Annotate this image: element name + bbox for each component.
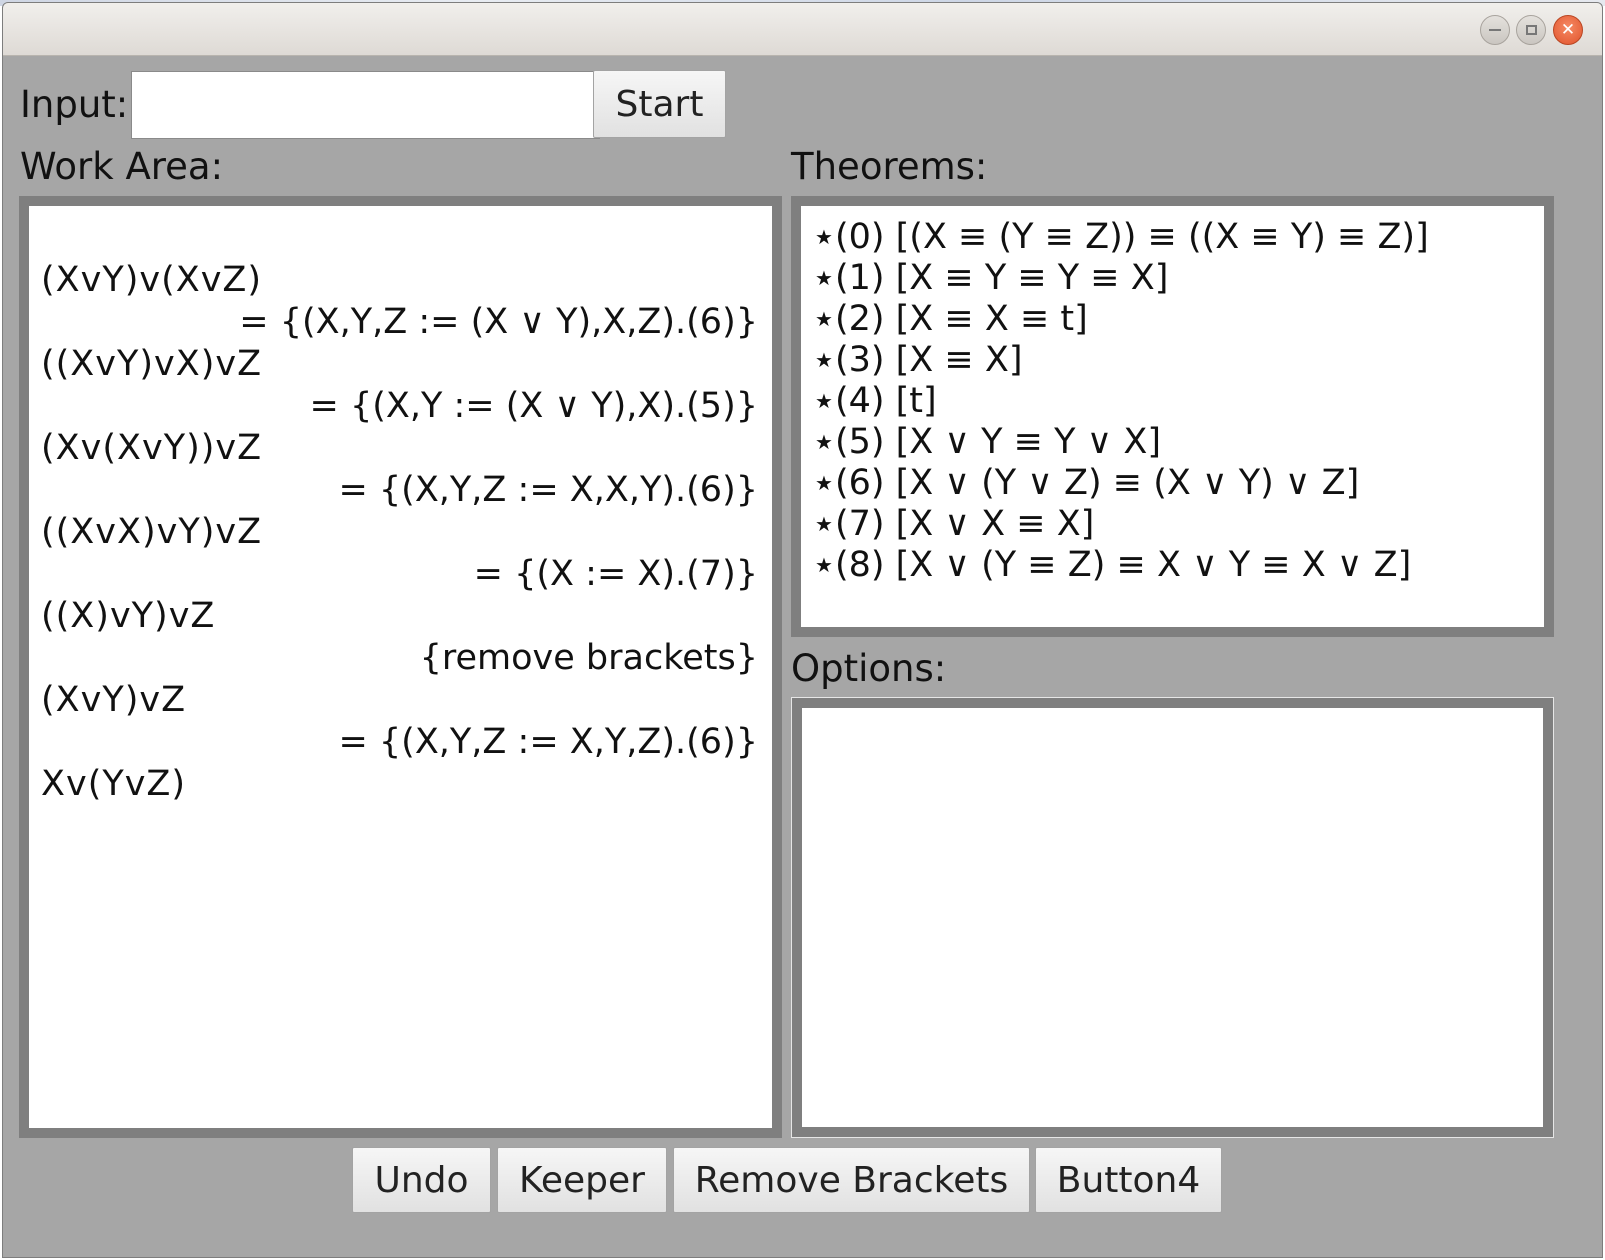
theorem-item[interactable]: ★ (5) [X ∨ Y ≡ Y ∨ X]: [815, 425, 1161, 460]
maximize-button[interactable]: [1516, 15, 1546, 45]
theorem-item[interactable]: ★ (4) [t]: [815, 384, 937, 419]
theorem-text: (5) [X ∨ Y ≡ Y ∨ X]: [834, 422, 1161, 462]
work-area-panel: (XvY)v(XvZ) = {(X,Y,Z := (X ∨ Y),X,Z).(6)…: [19, 196, 782, 1138]
theorem-text: (7) [X ∨ X ≡ X]: [834, 504, 1095, 544]
theorem-text: (1) [X ≡ Y ≡ Y ≡ X]: [834, 258, 1169, 298]
star-icon: ★: [815, 430, 833, 454]
star-icon: ★: [815, 389, 833, 413]
theorem-item[interactable]: ★ (2) [X ≡ X ≡ t]: [815, 302, 1088, 337]
theorem-item[interactable]: ★ (0) [(X ≡ (Y ≡ Z)) ≡ ((X ≡ Y) ≡ Z)]: [815, 220, 1429, 255]
maximize-icon: [1525, 25, 1537, 35]
undo-button[interactable]: Undo: [352, 1147, 491, 1213]
theorem-text: (2) [X ≡ X ≡ t]: [834, 299, 1088, 339]
work-justification-line: = {(X := X).(7)}: [473, 554, 758, 594]
theorem-item[interactable]: ★ (6) [X ∨ (Y ∨ Z) ≡ (X ∨ Y) ∨ Z]: [815, 466, 1359, 501]
work-area[interactable]: (XvY)v(XvZ) = {(X,Y,Z := (X ∨ Y),X,Z).(6)…: [29, 206, 772, 1128]
options-list[interactable]: [802, 708, 1543, 1127]
star-icon: ★: [815, 266, 833, 290]
theorem-text: (6) [X ∨ (Y ∨ Z) ≡ (X ∨ Y) ∨ Z]: [834, 463, 1360, 503]
theorem-text: (4) [t]: [834, 381, 937, 421]
work-expression-line[interactable]: Xv(YvZ): [41, 767, 186, 802]
star-icon: ★: [815, 471, 833, 495]
star-icon: ★: [815, 553, 833, 577]
input-field[interactable]: [131, 71, 600, 139]
star-icon: ★: [815, 512, 833, 536]
work-expression-line[interactable]: ((X)vY)vZ: [41, 599, 215, 634]
close-button[interactable]: ✕: [1553, 15, 1583, 45]
theorem-item[interactable]: ★ (8) [X ∨ (Y ≡ Z) ≡ X ∨ Y ≡ X ∨ Z]: [815, 548, 1411, 583]
theorem-item[interactable]: ★ (7) [X ∨ X ≡ X]: [815, 507, 1094, 542]
theorems-label: Theorems:: [791, 145, 988, 188]
work-area-label: Work Area:: [20, 145, 224, 188]
start-button[interactable]: Start: [593, 70, 726, 138]
options-label: Options:: [791, 647, 947, 690]
theorem-item[interactable]: ★ (3) [X ≡ X]: [815, 343, 1022, 378]
options-panel: [791, 697, 1554, 1138]
star-icon: ★: [815, 348, 833, 372]
keeper-button[interactable]: Keeper: [497, 1147, 667, 1213]
close-icon: ✕: [1560, 19, 1576, 40]
work-justification-line: = {(X,Y,Z := X,Y,Z).(6)}: [338, 722, 758, 762]
minimize-button[interactable]: [1480, 15, 1510, 45]
theorem-text: (8) [X ∨ (Y ≡ Z) ≡ X ∨ Y ≡ X ∨ Z]: [834, 545, 1412, 585]
title-bar[interactable]: ✕: [3, 3, 1602, 56]
theorem-item[interactable]: ★ (1) [X ≡ Y ≡ Y ≡ X]: [815, 261, 1168, 296]
app-window: ✕ Input: Start Work Area: Theorems: Opti…: [2, 2, 1603, 1258]
theorems-panel: ★ (0) [(X ≡ (Y ≡ Z)) ≡ ((X ≡ Y) ≡ Z)] ★ (1)…: [791, 196, 1554, 637]
input-label: Input:: [20, 83, 129, 126]
theorem-text: (3) [X ≡ X]: [834, 340, 1023, 380]
work-expression-line[interactable]: (XvY)v(XvZ): [41, 263, 262, 298]
star-icon: ★: [815, 307, 833, 331]
minimize-icon: [1489, 29, 1501, 31]
work-expression-line[interactable]: (XvY)vZ: [41, 683, 186, 718]
work-justification-line: = {(X,Y,Z := X,X,Y).(6)}: [338, 470, 758, 510]
work-justification-line: = {(X,Y := (X ∨ Y),X).(5)}: [309, 386, 759, 426]
work-justification-line: {remove brackets}: [419, 638, 758, 678]
theorems-list[interactable]: ★ (0) [(X ≡ (Y ≡ Z)) ≡ ((X ≡ Y) ≡ Z)] ★ (1)…: [801, 206, 1544, 627]
remove-brackets-button[interactable]: Remove Brackets: [673, 1147, 1030, 1213]
theorem-text: (0) [(X ≡ (Y ≡ Z)) ≡ ((X ≡ Y) ≡ Z)]: [834, 217, 1429, 257]
button4-button[interactable]: Button4: [1035, 1147, 1222, 1213]
star-icon: ★: [815, 225, 833, 249]
work-justification-line: = {(X,Y,Z := (X ∨ Y),X,Z).(6)}: [239, 302, 758, 342]
work-expression-line[interactable]: (Xv(XvY))vZ: [41, 431, 262, 466]
work-expression-line[interactable]: ((XvY)vX)vZ: [41, 347, 262, 382]
work-expression-line[interactable]: ((XvX)vY)vZ: [41, 515, 262, 550]
